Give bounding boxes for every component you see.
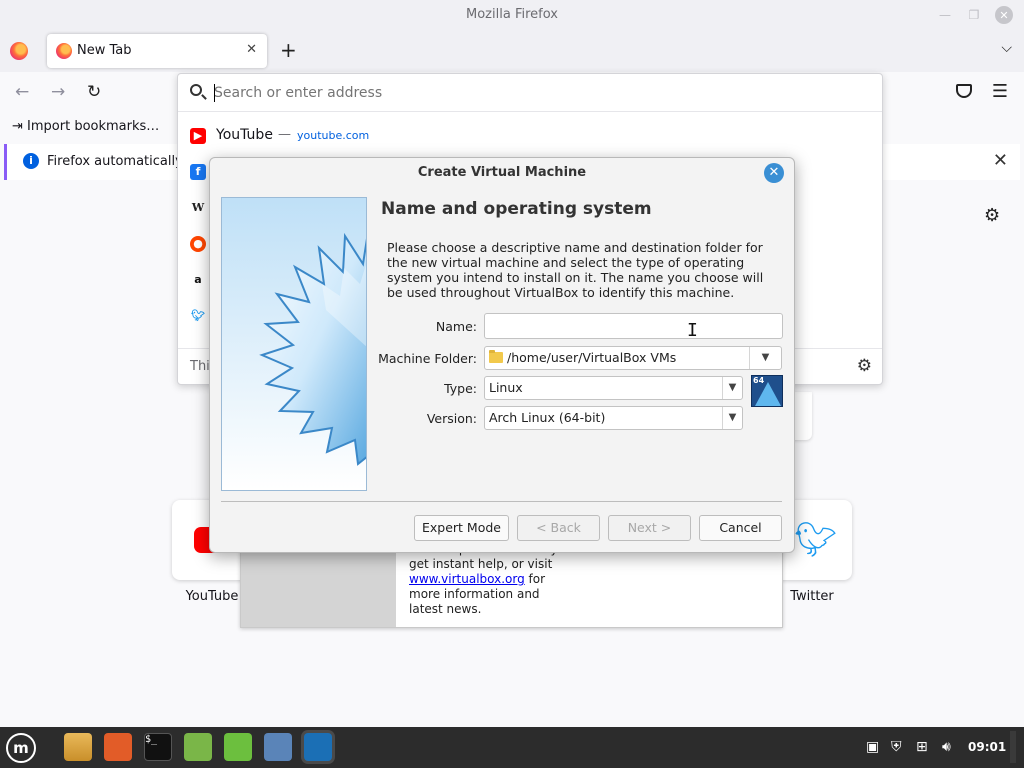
firefox-view-icon[interactable]	[10, 42, 28, 60]
wikipedia-icon: W	[191, 201, 205, 214]
welcome-line: get instant help, or visit	[409, 557, 553, 571]
import-icon: ⇥	[12, 119, 23, 134]
new-tab-button[interactable]: +	[280, 38, 297, 62]
chevron-down-icon[interactable]: ▼	[749, 347, 781, 369]
tab-strip: New Tab ✕ + ⌵	[0, 30, 1024, 72]
arch-logo-icon	[755, 382, 781, 406]
back-button[interactable]: < Back	[517, 515, 600, 541]
tab-close-icon[interactable]: ✕	[246, 42, 257, 57]
create-vm-dialog: Create Virtual Machine ✕ Name and operat…	[209, 157, 795, 553]
search-settings-gear-icon[interactable]: ⚙	[857, 356, 872, 376]
suggestion-separator: —	[278, 127, 291, 142]
reddit-icon: ●	[190, 236, 206, 252]
tab-new-tab[interactable]: New Tab ✕	[47, 34, 267, 68]
welcome-line: more information and	[409, 587, 540, 601]
mint-menu-icon[interactable]: m	[6, 733, 36, 763]
show-desktop-button[interactable]	[1010, 731, 1016, 763]
version-value: Arch Linux (64-bit)	[489, 410, 606, 425]
dialog-separator	[221, 501, 782, 502]
forward-arrow-icon[interactable]: →	[51, 82, 65, 102]
hamburger-menu-icon[interactable]: ☰	[992, 81, 1008, 102]
network-tray-icon[interactable]: ⊞	[916, 739, 928, 755]
wizard-page-heading: Name and operating system	[381, 199, 652, 219]
clock[interactable]: 09:01	[968, 740, 1006, 754]
arch-linux-os-icon: 64	[751, 375, 783, 407]
firefox-icon	[56, 43, 72, 59]
notification-text: Firefox automatically s	[47, 154, 194, 169]
chevron-down-icon[interactable]: ▼	[722, 377, 742, 399]
version-select[interactable]: Arch Linux (64-bit) ▼	[484, 406, 743, 430]
window-titlebar: Mozilla Firefox — ❐ ✕	[0, 0, 1024, 30]
shield-tray-icon[interactable]: ⛨	[891, 739, 902, 755]
suggestion-youtube[interactable]: ▶ YouTube — youtube.com	[178, 118, 882, 154]
virtualbox-welcome-pane: You can press the F1 key to get instant …	[240, 542, 783, 628]
machine-folder-value: /home/user/VirtualBox VMs	[507, 350, 677, 365]
type-select[interactable]: Linux ▼	[484, 376, 743, 400]
chevron-down-icon[interactable]: ▼	[722, 407, 742, 429]
twitter-logo-icon: 🐦︎	[794, 520, 838, 560]
amazon-icon: a	[194, 273, 202, 286]
back-arrow-icon[interactable]: ←	[15, 82, 29, 102]
import-bookmarks-label: Import bookmarks…	[27, 119, 160, 134]
wizard-description: Please choose a descriptive name and des…	[387, 240, 764, 300]
search-icon	[190, 84, 202, 96]
name-field[interactable]	[484, 313, 783, 339]
window-close-button[interactable]: ✕	[995, 6, 1013, 24]
type-label: Type:	[444, 381, 477, 396]
minimize-button[interactable]: —	[936, 6, 954, 24]
import-bookmarks-button[interactable]: ⇥ Import bookmarks…	[12, 119, 159, 134]
version-label: Version:	[426, 411, 477, 426]
twitter-icon: 🐦︎	[191, 309, 205, 322]
dialog-title: Create Virtual Machine	[417, 165, 587, 180]
name-input[interactable]	[485, 314, 782, 338]
welcome-text: You can press the F1 key to get instant …	[409, 542, 579, 617]
files-app-icon[interactable]	[64, 733, 92, 761]
calc-app-icon[interactable]	[224, 733, 252, 761]
welcome-line-suffix: for	[524, 572, 546, 586]
name-label: Name:	[435, 319, 477, 334]
newtab-settings-gear-icon[interactable]: ⚙	[984, 205, 1000, 226]
wizard-banner-image	[221, 197, 367, 491]
text-cursor-icon: I	[687, 320, 698, 341]
reload-icon[interactable]: ↻	[87, 82, 101, 102]
top-site-label: Twitter	[790, 589, 834, 604]
virtualbox-link[interactable]: www.virtualbox.org	[409, 572, 525, 586]
terminal-app-icon[interactable]: $_	[144, 733, 172, 761]
type-value: Linux	[489, 380, 523, 395]
cancel-button[interactable]: Cancel	[699, 515, 782, 541]
window-title: Mozilla Firefox	[466, 7, 558, 22]
tab-label: New Tab	[77, 43, 132, 58]
info-icon: i	[23, 153, 39, 169]
virtualbox-app-icon[interactable]	[304, 733, 332, 761]
notification-close-icon[interactable]: ✕	[993, 150, 1008, 171]
address-input[interactable]	[214, 82, 814, 104]
suggestion-name: YouTube	[216, 127, 273, 143]
volume-tray-icon[interactable]: 🔊︎	[942, 739, 951, 755]
welcome-line: www.virtualbox.org for	[409, 572, 579, 587]
pocket-icon[interactable]	[956, 84, 972, 98]
welcome-line: latest news.	[409, 602, 482, 616]
maximize-button[interactable]: ❐	[965, 6, 983, 24]
firefox-app-icon[interactable]	[104, 733, 132, 761]
mintinstall-app-icon[interactable]	[184, 733, 212, 761]
draw-app-icon[interactable]	[264, 733, 292, 761]
expert-mode-button[interactable]: Expert Mode	[414, 515, 509, 541]
machine-folder-label: Machine Folder:	[378, 351, 477, 366]
clipboard-tray-icon[interactable]: ▣	[866, 739, 879, 755]
facebook-icon: f	[190, 164, 206, 180]
welcome-sidebar	[241, 549, 396, 627]
machine-folder-select[interactable]: /home/user/VirtualBox VMs ▼	[484, 346, 782, 370]
address-bar[interactable]	[178, 74, 882, 112]
suggestion-url: youtube.com	[297, 129, 370, 142]
list-all-tabs-chevron-icon[interactable]: ⌵	[1001, 40, 1012, 56]
folder-icon	[489, 350, 503, 363]
taskbar: m $_ ▣ ⛨ ⊞ 🔊︎ 09:01	[0, 727, 1024, 768]
footer-text: Thi	[190, 359, 210, 374]
next-button[interactable]: Next >	[608, 515, 691, 541]
youtube-icon: ▶	[190, 128, 206, 144]
text-caret	[214, 84, 215, 102]
dialog-close-icon[interactable]: ✕	[764, 163, 784, 183]
